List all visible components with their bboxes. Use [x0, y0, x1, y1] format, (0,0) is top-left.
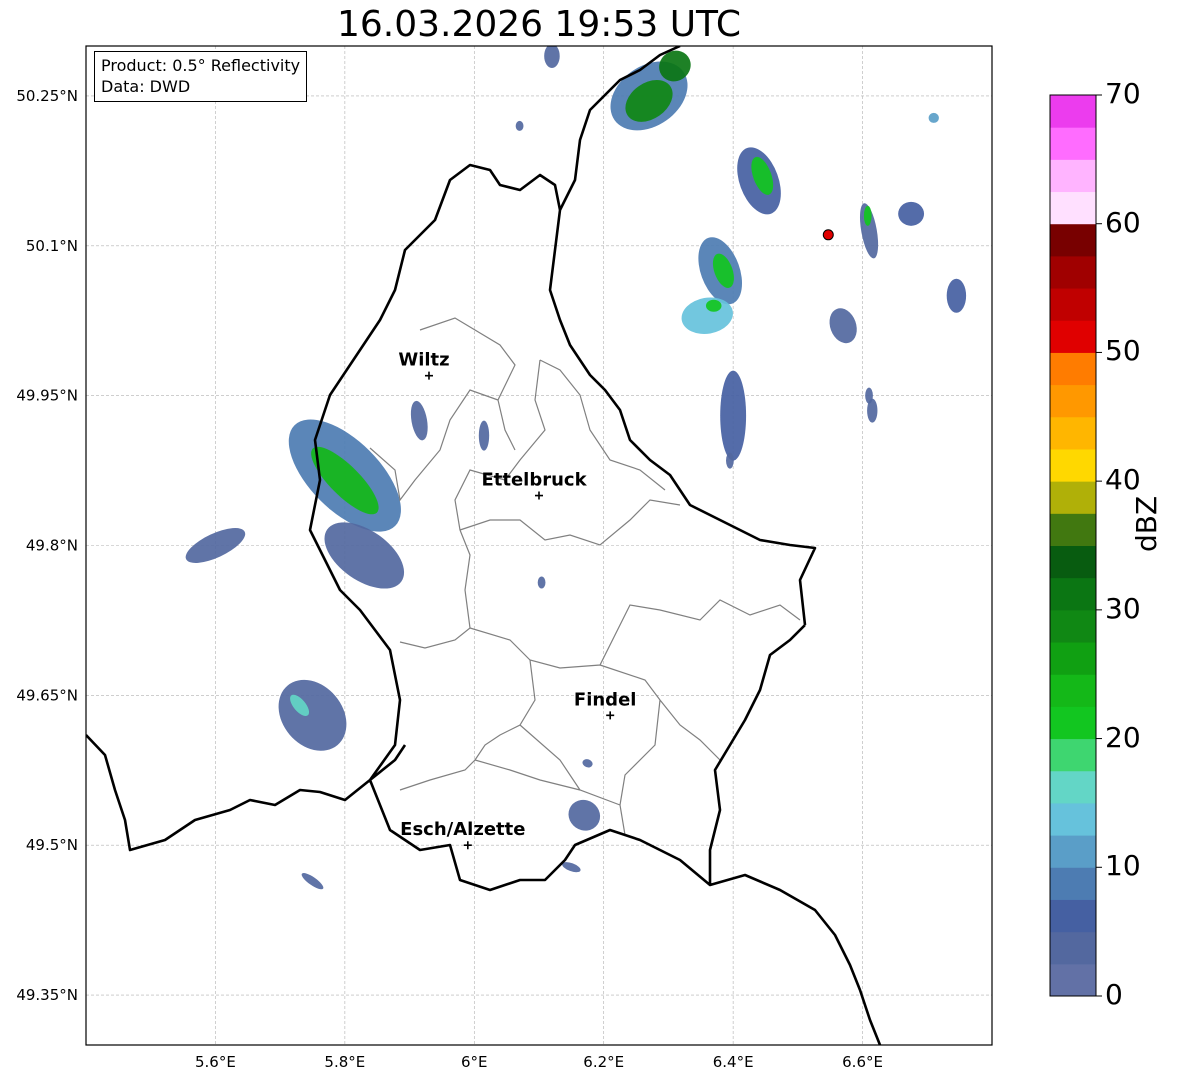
lat-tick-label: 49.35°N — [16, 986, 78, 1004]
lon-tick-label: 6.4°E — [713, 1053, 754, 1071]
colorbar-segment — [1050, 448, 1096, 482]
reflectivity-echo — [829, 308, 857, 344]
reflectivity-echo — [582, 759, 593, 768]
radar-site — [822, 229, 834, 241]
reflectivity-echo — [898, 201, 925, 226]
reflectivity-echo — [568, 799, 601, 831]
lat-tick-label: 49.8°N — [26, 537, 78, 555]
data-source-label: Data: DWD — [101, 77, 191, 96]
reflectivity-echoes — [185, 46, 967, 890]
lat-tick-label: 50.1°N — [26, 237, 78, 255]
colorbar-tick-label: 10 — [1105, 849, 1141, 883]
colorbar-segment — [1050, 416, 1096, 450]
reflectivity-echo — [544, 46, 560, 68]
place-label: Ettelbruck — [481, 470, 587, 491]
place-marker — [463, 841, 472, 850]
colorbar-segment — [1050, 642, 1096, 675]
reflectivity-echo — [726, 452, 734, 469]
reflectivity-echo — [946, 278, 967, 313]
reflectivity-echo — [515, 120, 524, 131]
reflectivity-echo — [720, 370, 747, 461]
colorbar-unit-label: dBZ — [1130, 495, 1163, 552]
colorbar-tick-label: 20 — [1105, 720, 1141, 754]
colorbar — [1049, 94, 1102, 997]
colorbar-segment — [1050, 899, 1096, 933]
place-label: Wiltz — [398, 350, 449, 371]
colorbar-segment — [1050, 609, 1096, 643]
lat-tick-label: 49.95°N — [16, 387, 78, 405]
colorbar-segment — [1050, 352, 1096, 386]
place-marker — [606, 711, 615, 720]
colorbar-segment — [1050, 191, 1096, 225]
reflectivity-echo — [410, 400, 428, 441]
colorbar-segment — [1050, 577, 1096, 611]
colorbar-segment — [1050, 255, 1096, 289]
axis-ticks: 5.6°E 5.8°E 6°E 6.2°E 6.4°E 6.6°E 50.25°N 50.1°… — [16, 87, 883, 1071]
radar-map-figure: 16.03.2026 19:53 UTC 5.6°E 5.8°E 6°E 6.2°E 6… — [0, 0, 1184, 1081]
colorbar-segment — [1050, 770, 1096, 804]
radar-site-marker — [822, 229, 834, 241]
reflectivity-echo — [863, 205, 872, 226]
reflectivity-echo — [478, 420, 490, 451]
colorbar-segment — [1050, 513, 1096, 546]
colorbar-segment — [1050, 738, 1096, 772]
colorbar-segment — [1050, 931, 1096, 965]
colorbar-segment — [1050, 674, 1096, 707]
colorbar-segment — [1050, 384, 1096, 418]
lon-tick-label: 5.6°E — [195, 1053, 236, 1071]
colorbar-segment — [1050, 288, 1096, 321]
colorbar-segment — [1050, 127, 1096, 160]
colorbar-segment — [1050, 706, 1096, 740]
colorbar-tick-label: 30 — [1105, 591, 1141, 625]
colorbar-tick-label: 60 — [1105, 205, 1141, 239]
place-marker — [535, 491, 543, 500]
place-marker — [424, 371, 433, 380]
colorbar-segment — [1050, 95, 1096, 128]
colorbar-segment — [1050, 159, 1096, 193]
place-label: Esch/Alzette — [400, 819, 525, 840]
lon-tick-label: 6°E — [461, 1053, 488, 1071]
lat-tick-label: 49.65°N — [16, 686, 78, 704]
lon-tick-label: 6.6°E — [842, 1053, 883, 1071]
reflectivity-echo — [865, 387, 873, 404]
place-markers: Wiltz Ettelbruck Findel Esch/Alzette — [398, 350, 636, 850]
colorbar-segment — [1050, 320, 1096, 353]
colorbar-segment — [1050, 867, 1096, 900]
colorbar-tick-label: 70 — [1105, 77, 1141, 110]
lon-tick-label: 6.2°E — [583, 1053, 624, 1071]
lon-tick-label: 5.8°E — [324, 1053, 365, 1071]
reflectivity-echo — [537, 576, 546, 589]
reflectivity-echo — [278, 679, 347, 751]
colorbar-segment — [1050, 963, 1096, 997]
colorbar-segment — [1050, 545, 1096, 579]
reflectivity-echo — [705, 299, 722, 312]
colorbar-segment — [1050, 802, 1096, 836]
lat-tick-label: 49.5°N — [26, 836, 78, 854]
map-svg: 5.6°E 5.8°E 6°E 6.2°E 6.4°E 6.6°E 50.25°N 50.1°… — [16, 45, 1102, 1071]
colorbar-segment — [1050, 223, 1096, 257]
colorbar-segment — [1050, 835, 1096, 868]
reflectivity-echo — [301, 873, 324, 890]
colorbar-tick-label: 0 — [1105, 978, 1123, 1011]
product-label: Product: 0.5° Reflectivity — [101, 56, 301, 75]
colorbar-tick-label: 40 — [1105, 463, 1141, 497]
colorbar-segment — [1050, 481, 1096, 514]
place-label: Findel — [574, 689, 637, 710]
lat-tick-label: 50.25°N — [16, 87, 78, 105]
reflectivity-echo — [928, 112, 939, 123]
colorbar-tick-label: 50 — [1105, 334, 1141, 368]
product-info-box: Product: 0.5° Reflectivity Data: DWD — [94, 51, 308, 102]
